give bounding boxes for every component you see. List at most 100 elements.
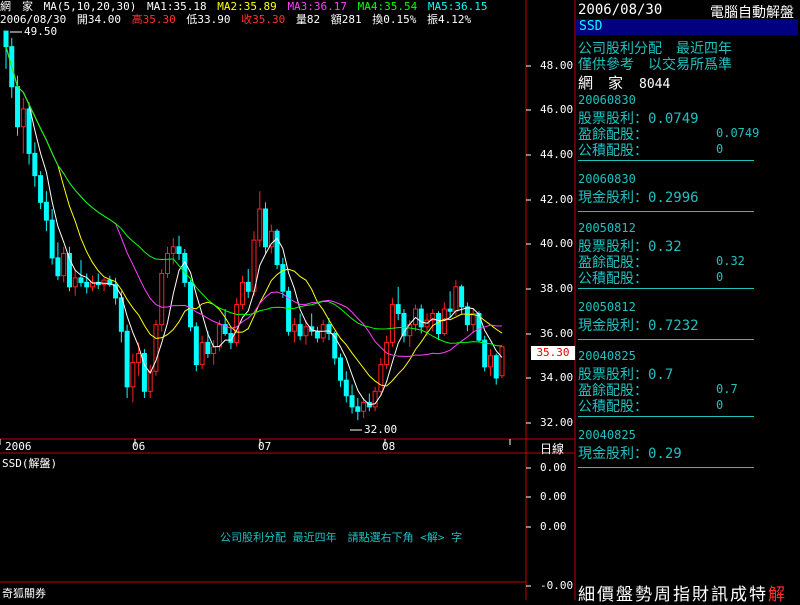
ma20-line	[5, 46, 503, 357]
record-cash-div: 現金股利：0.7232	[578, 318, 699, 334]
x-tick: 08	[382, 440, 396, 453]
candle-body	[118, 297, 124, 332]
bottom-menu: 細價盤勢周指財訊成特解	[578, 580, 787, 605]
divider	[578, 467, 754, 468]
candle-body	[199, 341, 205, 366]
quote-low: 低33.90	[186, 13, 231, 26]
menu-analysis[interactable]: 解	[768, 585, 785, 605]
record-cash-div: 現金股利：0.29	[578, 446, 682, 462]
period-toggle-daily[interactable]: 日線	[540, 440, 564, 457]
candle-body	[464, 306, 470, 326]
candle-body	[355, 406, 361, 412]
menu-news[interactable]: 訊	[711, 585, 728, 605]
candle-body	[3, 30, 9, 48]
divider	[578, 288, 754, 289]
chart-canvas	[0, 0, 576, 600]
divider	[578, 416, 754, 417]
ma4-value: MA4:35.54	[357, 0, 418, 13]
menu-volume[interactable]: 成	[730, 585, 747, 605]
menu-detail[interactable]: 細	[578, 585, 595, 605]
record-date: 20050812	[578, 300, 636, 314]
candle-body	[211, 346, 217, 355]
candle-body	[136, 353, 142, 363]
candle-body	[418, 308, 424, 328]
candle-body	[441, 308, 447, 334]
candle-body	[291, 324, 297, 332]
sub-panel-note: 公司股利分配 最近四年 請點選右下角 <解> 字	[220, 531, 463, 544]
candle-body	[124, 330, 130, 388]
record-date: 20040825	[578, 428, 636, 442]
min-price-label: 32.00	[364, 423, 398, 436]
candle-body	[314, 330, 320, 339]
record-date: 20060830	[578, 93, 636, 107]
record-earn-value: 0.0749	[716, 126, 760, 140]
y-tick: 40.00	[540, 237, 574, 250]
current-price-tag: 35.30	[531, 346, 575, 360]
x-tick: 07	[258, 440, 272, 453]
record-earn-value: 0.32	[716, 254, 745, 268]
ma10-line	[5, 46, 503, 387]
candle-body	[297, 324, 303, 337]
x-tick: 2006	[5, 440, 32, 453]
candle-body	[493, 355, 499, 379]
candle-body	[372, 390, 378, 408]
quote-high: 高35.30	[131, 13, 176, 26]
menu-index[interactable]: 指	[673, 585, 690, 605]
right-panel-date: 2006/08/30	[578, 2, 663, 18]
quote-volume: 量82	[295, 13, 321, 26]
header-ma-row: 網 家 MA(5,10,20,30) MA1:35.18 MA2:35.89 M…	[0, 0, 492, 14]
candle-body	[38, 175, 44, 203]
candle-body	[447, 308, 453, 312]
panel-desc-line2: 僅供參考 以交易所爲準	[578, 57, 732, 73]
menu-week[interactable]: 周	[654, 585, 671, 605]
menu-finance[interactable]: 財	[692, 585, 709, 605]
candle-body	[193, 326, 199, 366]
candle-body	[61, 252, 67, 277]
record-date: 20050812	[578, 221, 636, 235]
sub-y-tick: 0.00	[540, 520, 567, 533]
record-cap-label: 公積配股：	[578, 271, 648, 287]
y-tick: 44.00	[540, 148, 574, 161]
candle-body	[482, 339, 488, 368]
candle-body	[303, 326, 309, 337]
candle-body	[164, 252, 170, 274]
max-price-label: 49.50	[24, 25, 58, 38]
candle-body	[499, 346, 505, 377]
candle-body	[170, 246, 176, 254]
menu-book[interactable]: 盤	[616, 585, 633, 605]
y-tick: 36.00	[540, 327, 574, 340]
indicator-code: SSD	[576, 19, 798, 35]
record-date: 20060830	[578, 172, 636, 186]
divider	[578, 160, 754, 161]
candle-body	[234, 304, 240, 343]
candle-body	[453, 286, 459, 312]
candle-body	[130, 361, 136, 388]
menu-price[interactable]: 價	[597, 585, 614, 605]
record-earn-value: 0.7	[716, 382, 738, 396]
candle-body	[343, 379, 349, 397]
candle-body	[239, 281, 245, 306]
record-cap-value: 0	[716, 270, 724, 284]
candle-body	[349, 395, 355, 408]
candle-body	[361, 401, 367, 412]
record-cap-value: 0	[716, 398, 724, 412]
candle-body	[378, 364, 384, 392]
candle-body	[55, 257, 61, 277]
quote-close: 收35.30	[241, 13, 286, 26]
candle-body	[147, 370, 153, 392]
candle-body	[176, 246, 182, 254]
ma-params: MA(5,10,20,30)	[43, 0, 137, 13]
quote-amplitude: 振4.12%	[426, 13, 472, 26]
y-tick: 42.00	[540, 193, 574, 206]
candle-body	[26, 108, 32, 154]
divider	[578, 211, 754, 212]
candle-body	[338, 357, 344, 381]
candle-body	[49, 219, 55, 259]
ma3-value: MA3:36.17	[287, 0, 348, 13]
candle-body	[216, 324, 222, 348]
panel-stock-code: 8044	[639, 77, 671, 92]
x-tick: 06	[132, 440, 146, 453]
menu-trend[interactable]: 勢	[635, 585, 652, 605]
menu-special[interactable]: 特	[749, 585, 766, 605]
ma5-value: MA5:36.15	[427, 0, 488, 13]
